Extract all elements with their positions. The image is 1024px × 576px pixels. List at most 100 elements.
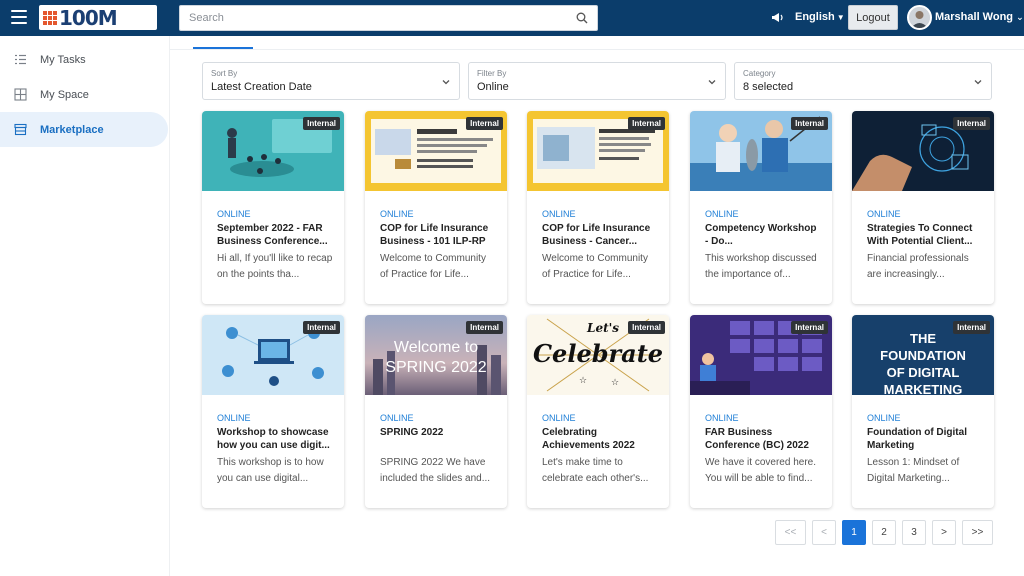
avatar[interactable] <box>907 5 932 30</box>
card-description: We have it covered here. You will be abl… <box>705 457 816 484</box>
course-card[interactable]: Internal ONLINE Workshop to showcase how… <box>202 315 344 508</box>
card-description: Lesson 1: Mindset of Digital Marketing..… <box>867 457 960 484</box>
user-menu[interactable]: Marshall Wong ⌄ <box>935 11 1024 23</box>
sidebar-item-marketplace[interactable]: Marketplace <box>0 112 168 147</box>
card-description: Welcome to Community of Practice for Lif… <box>380 253 486 280</box>
card-title: FAR Business Conference (BC) 2022 <box>705 427 809 451</box>
internal-badge: Internal <box>953 321 990 334</box>
status-label: ONLINE <box>542 413 576 423</box>
card-description: Financial professionals are increasingly… <box>867 253 969 280</box>
chevron-down-icon <box>974 80 982 85</box>
chevron-down-icon <box>442 80 450 85</box>
sidebar: My Tasks My Space Marketplace <box>0 36 170 576</box>
internal-badge: Internal <box>303 117 340 130</box>
category-value: 8 selected <box>743 81 794 93</box>
menu-icon[interactable] <box>11 10 27 24</box>
category-select[interactable]: Category 8 selected <box>734 62 992 100</box>
course-card[interactable]: Internal ONLINE Strategies To Connect Wi… <box>852 111 994 304</box>
card-description: SPRING 2022 We have included the slides … <box>380 457 491 484</box>
language-selector[interactable]: English ▼ <box>795 11 845 23</box>
thumbnail-text-1: Welcome to <box>393 339 479 356</box>
course-card[interactable]: ☆ ☆ Let's Celebrate Internal ONLINE Celeb… <box>527 315 669 508</box>
thumbnail-text-4: MARKETING <box>883 382 963 395</box>
grid-icon <box>14 88 27 101</box>
status-label: ONLINE <box>705 413 739 423</box>
sort-by-value: Latest Creation Date <box>211 81 312 93</box>
first-page-button[interactable]: << <box>775 520 806 545</box>
course-card[interactable]: Internal ONLINE Competency Workshop - Do… <box>690 111 832 304</box>
megaphone-icon[interactable] <box>771 11 785 24</box>
card-title: COP for Life Insurance Business - Cancer… <box>542 223 651 247</box>
language-label: English <box>795 11 835 23</box>
card-title: SPRING 2022 <box>380 427 444 438</box>
search-icon[interactable] <box>576 12 588 24</box>
store-icon <box>14 123 27 136</box>
sidebar-item-my-tasks[interactable]: My Tasks <box>0 42 168 77</box>
search-bar <box>179 5 598 31</box>
sort-by-select[interactable]: Sort By Latest Creation Date <box>202 62 460 100</box>
chevron-down-icon <box>708 80 716 85</box>
card-title: Workshop to showcase how you can use dig… <box>217 427 330 451</box>
card-title: Celebrating Achievements 2022 <box>542 427 635 451</box>
logo-text: 100M <box>59 5 118 30</box>
active-tab-indicator <box>193 47 253 49</box>
status-label: ONLINE <box>217 413 251 423</box>
tab-divider <box>170 49 1024 50</box>
status-label: ONLINE <box>705 209 739 219</box>
last-page-button[interactable]: >> <box>962 520 993 545</box>
card-title: September 2022 - FAR Business Conference… <box>217 223 328 247</box>
card-description: This workshop discussed the importance o… <box>705 253 817 280</box>
filter-by-value: Online <box>477 81 509 93</box>
sidebar-item-label: Marketplace <box>40 123 104 136</box>
top-bar: 100M English▼ Logout Marshall Wong ⌄ <box>0 0 1024 36</box>
internal-badge: Internal <box>303 321 340 334</box>
course-card[interactable]: Internal ONLINE COP for Life Insurance B… <box>365 111 507 304</box>
course-card[interactable]: Internal ONLINE September 2022 - FAR Bus… <box>202 111 344 304</box>
card-description: Hi all, If you'll like to recap on the p… <box>217 253 333 280</box>
svg-text:☆: ☆ <box>611 377 619 387</box>
thumbnail-text-1: Let's <box>587 321 620 335</box>
thumbnail-text-2: Celebrate <box>532 339 664 368</box>
card-description: Let's make time to celebrate each other'… <box>542 457 649 484</box>
course-card[interactable]: Welcome to SPRING 2022 Internal ONLINE S… <box>365 315 507 508</box>
internal-badge: Internal <box>791 321 828 334</box>
next-page-button[interactable]: > <box>932 520 956 545</box>
course-card[interactable]: THE FOUNDATION OF DIGITAL MARKETING Inte… <box>852 315 994 508</box>
chevron-down-icon: ⌄ <box>1016 12 1024 22</box>
card-description: This workshop is to how you can use digi… <box>217 457 324 484</box>
sidebar-divider <box>169 36 170 576</box>
course-card[interactable]: Internal ONLINE COP for Life Insurance B… <box>527 111 669 304</box>
status-label: ONLINE <box>217 209 251 219</box>
status-label: ONLINE <box>867 209 901 219</box>
page-button-2[interactable]: 2 <box>872 520 896 545</box>
internal-badge: Internal <box>791 117 828 130</box>
logout-button[interactable]: Logout <box>848 5 898 30</box>
category-label: Category <box>743 69 776 78</box>
thumbnail-text-2: SPRING 2022 <box>385 359 487 376</box>
filter-by-select[interactable]: Filter By Online <box>468 62 726 100</box>
search-input[interactable] <box>189 12 569 24</box>
status-label: ONLINE <box>380 209 414 219</box>
sidebar-item-label: My Tasks <box>40 53 86 66</box>
page-button-1[interactable]: 1 <box>842 520 866 545</box>
thumbnail-text-2: FOUNDATION <box>880 348 966 363</box>
prev-page-button[interactable]: < <box>812 520 836 545</box>
status-label: ONLINE <box>867 413 901 423</box>
card-title: Foundation of Digital Marketing <box>867 427 967 451</box>
internal-badge: Internal <box>466 117 503 130</box>
logo-mark <box>43 10 57 25</box>
svg-text:☆: ☆ <box>579 375 587 385</box>
card-title: Competency Workshop - Do... <box>705 223 817 247</box>
internal-badge: Internal <box>466 321 503 334</box>
logo[interactable]: 100M <box>39 5 157 30</box>
page-button-3[interactable]: 3 <box>902 520 926 545</box>
filter-by-label: Filter By <box>477 69 507 78</box>
internal-badge: Internal <box>628 321 665 334</box>
internal-badge: Internal <box>628 117 665 130</box>
card-description: Welcome to Community of Practice for Lif… <box>542 253 648 280</box>
thumbnail-text-3: OF DIGITAL <box>886 365 960 380</box>
course-card[interactable]: Internal ONLINE FAR Business Conference … <box>690 315 832 508</box>
card-title: COP for Life Insurance Business - 101 IL… <box>380 223 489 247</box>
sidebar-item-my-space[interactable]: My Space <box>0 77 168 112</box>
caret-down-icon: ▼ <box>836 13 845 22</box>
